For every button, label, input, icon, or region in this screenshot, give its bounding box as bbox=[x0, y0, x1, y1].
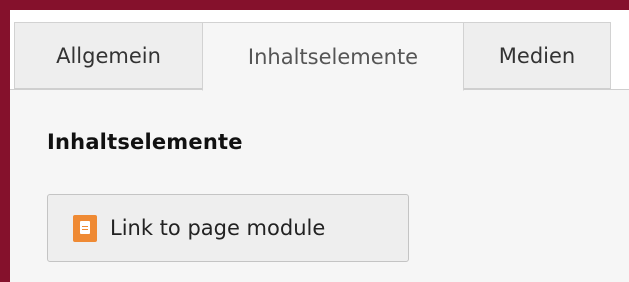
tab-inhaltselemente[interactable]: Inhaltselemente bbox=[202, 22, 464, 91]
button-label: Link to page module bbox=[110, 216, 326, 240]
backend-form-window: Allgemein Inhaltselemente Medien Inhalts… bbox=[0, 0, 629, 282]
page-sheet-glyph bbox=[80, 220, 90, 234]
link-to-page-module-button[interactable]: Link to page module bbox=[47, 194, 409, 262]
tab-label: Allgemein bbox=[56, 43, 161, 68]
tab-label: Medien bbox=[498, 43, 576, 68]
tab-medien[interactable]: Medien bbox=[463, 22, 611, 89]
page-icon bbox=[73, 214, 97, 242]
tab-allgemein[interactable]: Allgemein bbox=[14, 22, 203, 89]
window-frame-top bbox=[0, 0, 629, 10]
section-title: Inhaltselemente bbox=[47, 130, 243, 154]
tab-label: Inhaltselemente bbox=[247, 44, 419, 69]
window-frame-left bbox=[0, 0, 10, 282]
